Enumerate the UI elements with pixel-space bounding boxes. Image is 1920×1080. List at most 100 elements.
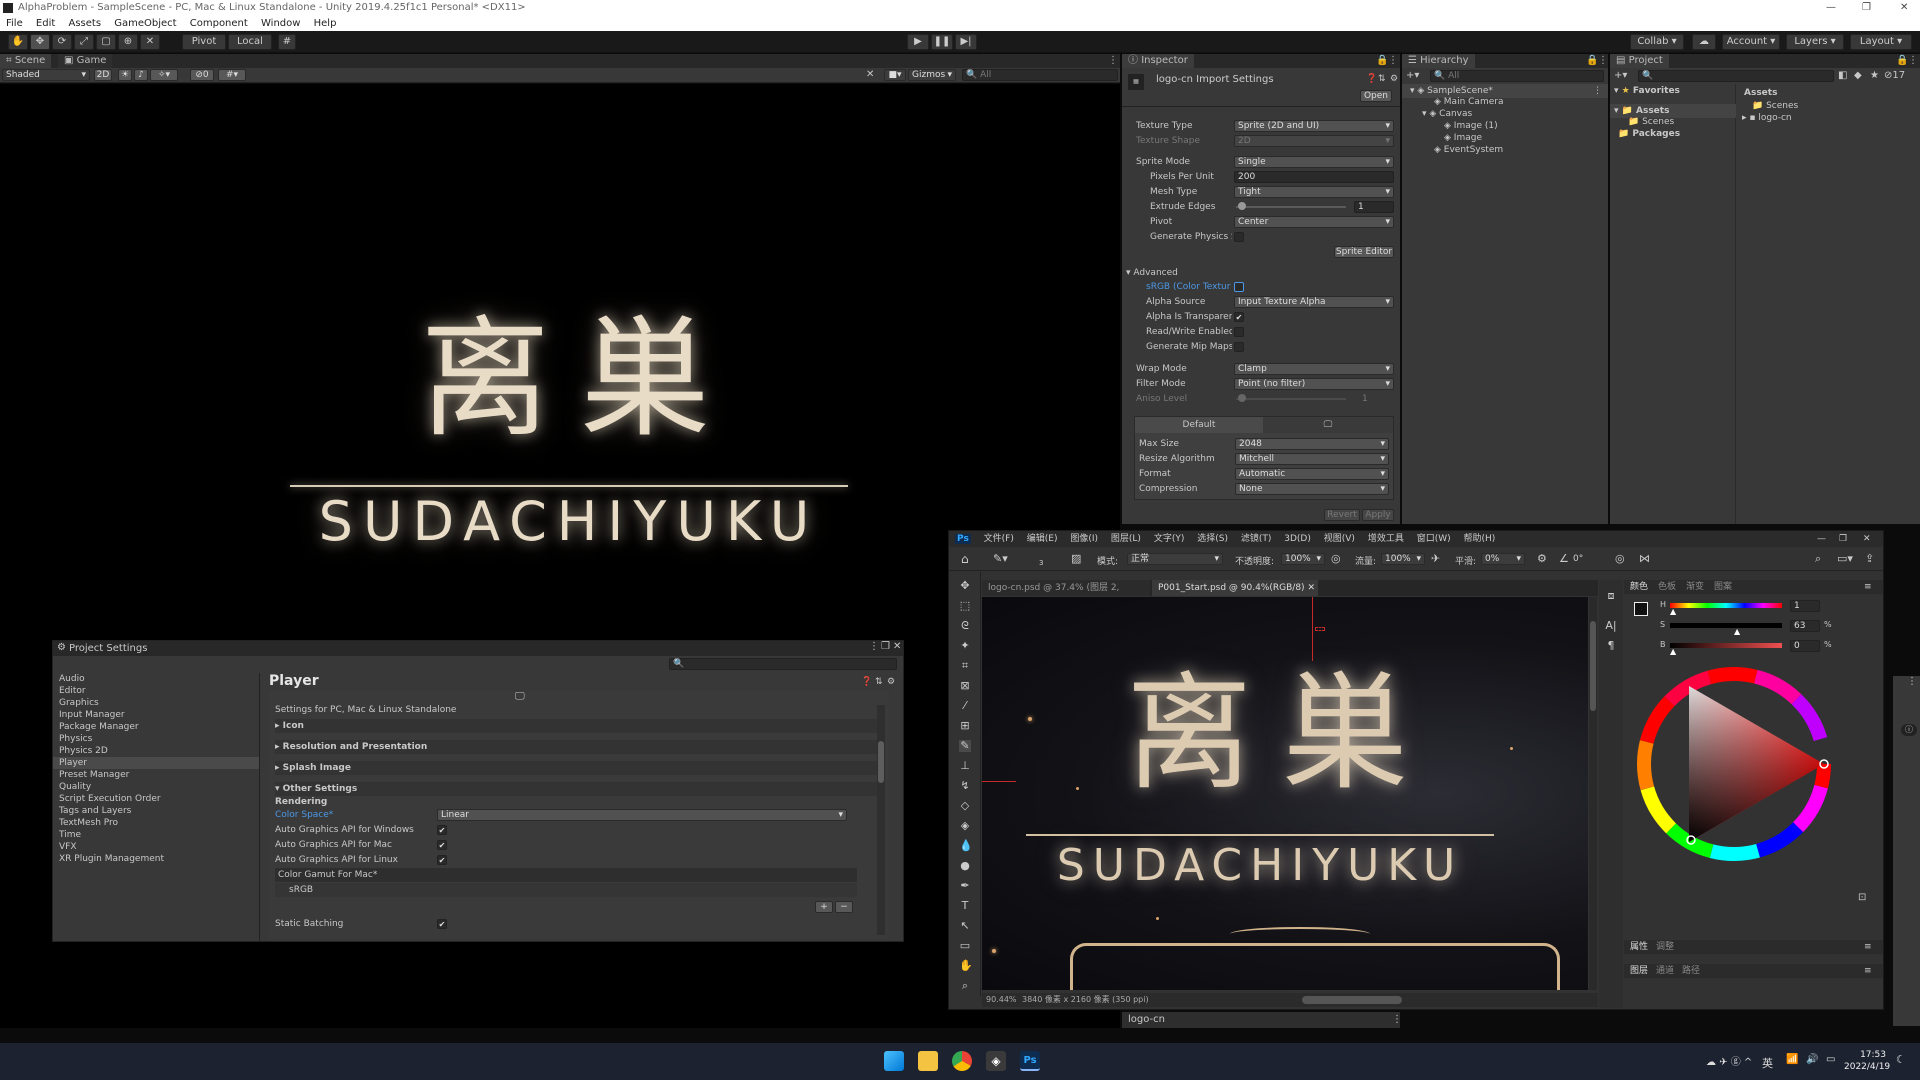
ps-paragraph-panel-icon[interactable]: ¶: [1605, 640, 1617, 652]
ps-menu-type[interactable]: 文字(Y): [1154, 534, 1185, 544]
effects-icon[interactable]: ✧▾: [150, 69, 178, 81]
inspector-gear-icon[interactable]: ⚙: [1390, 74, 1398, 84]
window-menu-icon[interactable]: ⋮: [869, 641, 879, 652]
ps-minimize-icon[interactable]: —: [1817, 531, 1826, 547]
sprite-mode-dropdown[interactable]: Single: [1234, 156, 1394, 168]
hierarchy-add-icon[interactable]: +▾: [1406, 70, 1419, 81]
compression-dropdown[interactable]: None: [1235, 483, 1389, 495]
tab-project[interactable]: ▤ Project: [1610, 54, 1669, 68]
step-button[interactable]: ▶|: [955, 34, 977, 50]
ps-angle-value[interactable]: 0°: [1573, 554, 1583, 564]
ps-h-input[interactable]: 1: [1790, 600, 1820, 612]
alpha-is-transparency-checkbox[interactable]: ✔: [1234, 312, 1244, 322]
ime-indicator[interactable]: 英: [1762, 1055, 1773, 1071]
ps-rectangle-tool-icon[interactable]: ▭: [959, 940, 971, 952]
auto-api-linux-checkbox[interactable]: ✔: [437, 855, 447, 865]
ps-sat-slider[interactable]: [1670, 623, 1782, 628]
alpha-source-dropdown[interactable]: Input Texture Alpha: [1234, 296, 1394, 308]
layers-dropdown[interactable]: Layers ▾: [1786, 34, 1844, 50]
nav-textmesh-pro[interactable]: TextMesh Pro: [59, 817, 118, 829]
ps-path-select-icon[interactable]: ↖: [959, 920, 971, 932]
srgb-checkbox[interactable]: [1234, 282, 1244, 292]
network-icon[interactable]: 📶: [1786, 1054, 1798, 1065]
tab-inspector[interactable]: ⓘ Inspector: [1122, 54, 1194, 68]
ps-zoom-tool-icon[interactable]: ⌕: [959, 980, 971, 992]
scene-search-input[interactable]: 🔍 All: [962, 69, 1118, 81]
ps-menu-layer[interactable]: 图层(L): [1111, 534, 1141, 544]
scene-menu-icon[interactable]: ⋮: [1108, 54, 1118, 68]
ps-menu-select[interactable]: 选择(S): [1197, 534, 1228, 544]
play-button[interactable]: ▶: [907, 34, 929, 50]
ps-properties-menu-icon[interactable]: ≡: [1864, 940, 1872, 954]
ps-tab-swatches[interactable]: 色板: [1658, 580, 1676, 594]
ps-hand-tool-icon[interactable]: ✋: [959, 960, 973, 972]
format-dropdown[interactable]: Automatic: [1235, 468, 1389, 480]
inspector-footer-menu-icon[interactable]: ⋮: [1392, 1014, 1402, 1025]
hand-tool-icon[interactable]: ✋: [8, 34, 28, 50]
ps-layers-menu-icon[interactable]: ≡: [1864, 964, 1872, 978]
settings-scrollbar-thumb[interactable]: [878, 741, 884, 783]
nav-editor[interactable]: Editor: [59, 685, 86, 697]
transform-tool-icon[interactable]: ⊕: [118, 34, 138, 50]
hidden-packages-icon[interactable]: ⊘17: [1884, 70, 1905, 81]
ps-panel-collapse-icon[interactable]: ⊡: [1858, 892, 1866, 903]
battery-icon[interactable]: ▭: [1826, 1054, 1835, 1065]
cloud-icon[interactable]: ☁: [1692, 34, 1716, 50]
grid-icon[interactable]: #▾: [218, 69, 246, 81]
ps-pressure-opacity-icon[interactable]: ◎: [1331, 552, 1341, 565]
tab-hierarchy[interactable]: ☰ Hierarchy: [1402, 54, 1475, 68]
notification-icon[interactable]: ☾: [1896, 1053, 1906, 1066]
ps-menu-filter[interactable]: 滤镜(T): [1241, 534, 1272, 544]
contents-logo-cn[interactable]: ▸ ▪ logo-cn: [1742, 112, 1792, 124]
sprite-editor-button[interactable]: Sprite Editor: [1334, 246, 1394, 258]
ps-menu-edit[interactable]: 编辑(E): [1027, 534, 1058, 544]
settings-scrollbar[interactable]: [877, 705, 885, 935]
section-splash[interactable]: ▸ Splash Image: [275, 761, 885, 775]
inspector-menu-icon[interactable]: ⋮: [1388, 54, 1398, 68]
ps-mode-dropdown[interactable]: 正常: [1127, 553, 1223, 565]
filter-mode-dropdown[interactable]: Point (no filter): [1234, 378, 1394, 390]
ps-tab-layers[interactable]: 图层: [1630, 964, 1648, 978]
inspector-help-icon[interactable]: ❓: [1366, 74, 1377, 84]
scene-root-item[interactable]: ▾ ◈ SampleScene* ⋮: [1402, 84, 1608, 98]
nav-preset-manager[interactable]: Preset Manager: [59, 769, 129, 781]
account-dropdown[interactable]: Account ▾: [1722, 34, 1780, 50]
filter-label-icon[interactable]: ◆: [1854, 70, 1862, 81]
static-batching-checkbox[interactable]: ✔: [437, 919, 447, 929]
ps-home-icon[interactable]: ⌂: [961, 552, 969, 566]
auto-api-windows-checkbox[interactable]: ✔: [437, 825, 447, 835]
section-other-settings[interactable]: ▾ Other Settings: [275, 782, 885, 796]
rotate-tool-icon[interactable]: ⟳: [52, 34, 72, 50]
platform-default-tab[interactable]: Default: [1135, 417, 1263, 433]
ps-hue-slider[interactable]: [1670, 603, 1782, 608]
ps-crop-tool-icon[interactable]: ⌗: [959, 660, 971, 672]
menu-file[interactable]: File: [6, 18, 23, 29]
project-search-input[interactable]: 🔍: [1638, 70, 1834, 82]
ps-panel-menu-icon[interactable]: ≡: [1864, 580, 1872, 594]
ps-search-icon[interactable]: ⌕: [1815, 552, 1821, 566]
ps-pressure-size-icon[interactable]: ◎: [1615, 552, 1625, 565]
resize-algorithm-dropdown[interactable]: Mitchell: [1235, 453, 1389, 465]
ps-menu-view[interactable]: 视图(V): [1324, 534, 1355, 544]
project-menu-icon[interactable]: ⋮: [1908, 54, 1918, 68]
hierarchy-item-canvas[interactable]: ▾ ◈ Canvas: [1422, 108, 1472, 120]
project-lock-icon[interactable]: 🔒: [1896, 54, 1908, 68]
open-button[interactable]: Open: [1360, 90, 1392, 102]
ps-b-input[interactable]: 0: [1790, 640, 1820, 652]
settings-search-input[interactable]: 🔍: [669, 658, 897, 670]
ps-brush-tool-icon[interactable]: ✎: [959, 740, 971, 752]
platform-standalone-icon[interactable]: 🖵: [1263, 417, 1393, 433]
ps-tab-close-icon-2[interactable]: ✕: [1307, 583, 1315, 593]
ps-tab-patterns[interactable]: 图案: [1714, 580, 1732, 594]
wrap-mode-dropdown[interactable]: Clamp: [1234, 363, 1394, 375]
tab-game[interactable]: ▣ Game: [58, 54, 113, 68]
ps-stamp-tool-icon[interactable]: ⊥: [959, 760, 971, 772]
nav-graphics[interactable]: Graphics: [59, 697, 99, 709]
ps-smooth-options-icon[interactable]: ⚙: [1537, 552, 1547, 565]
ps-smooth-dropdown[interactable]: 0%: [1481, 553, 1525, 565]
ps-brush-preset-icon[interactable]: ✎▾: [993, 552, 1008, 565]
ps-menu-image[interactable]: 图像(I): [1070, 534, 1098, 544]
maximize-icon[interactable]: ❐: [1862, 0, 1871, 16]
collab-button[interactable]: Collab ▾: [1630, 34, 1684, 50]
ps-tab-adjustments[interactable]: 调整: [1656, 940, 1674, 954]
